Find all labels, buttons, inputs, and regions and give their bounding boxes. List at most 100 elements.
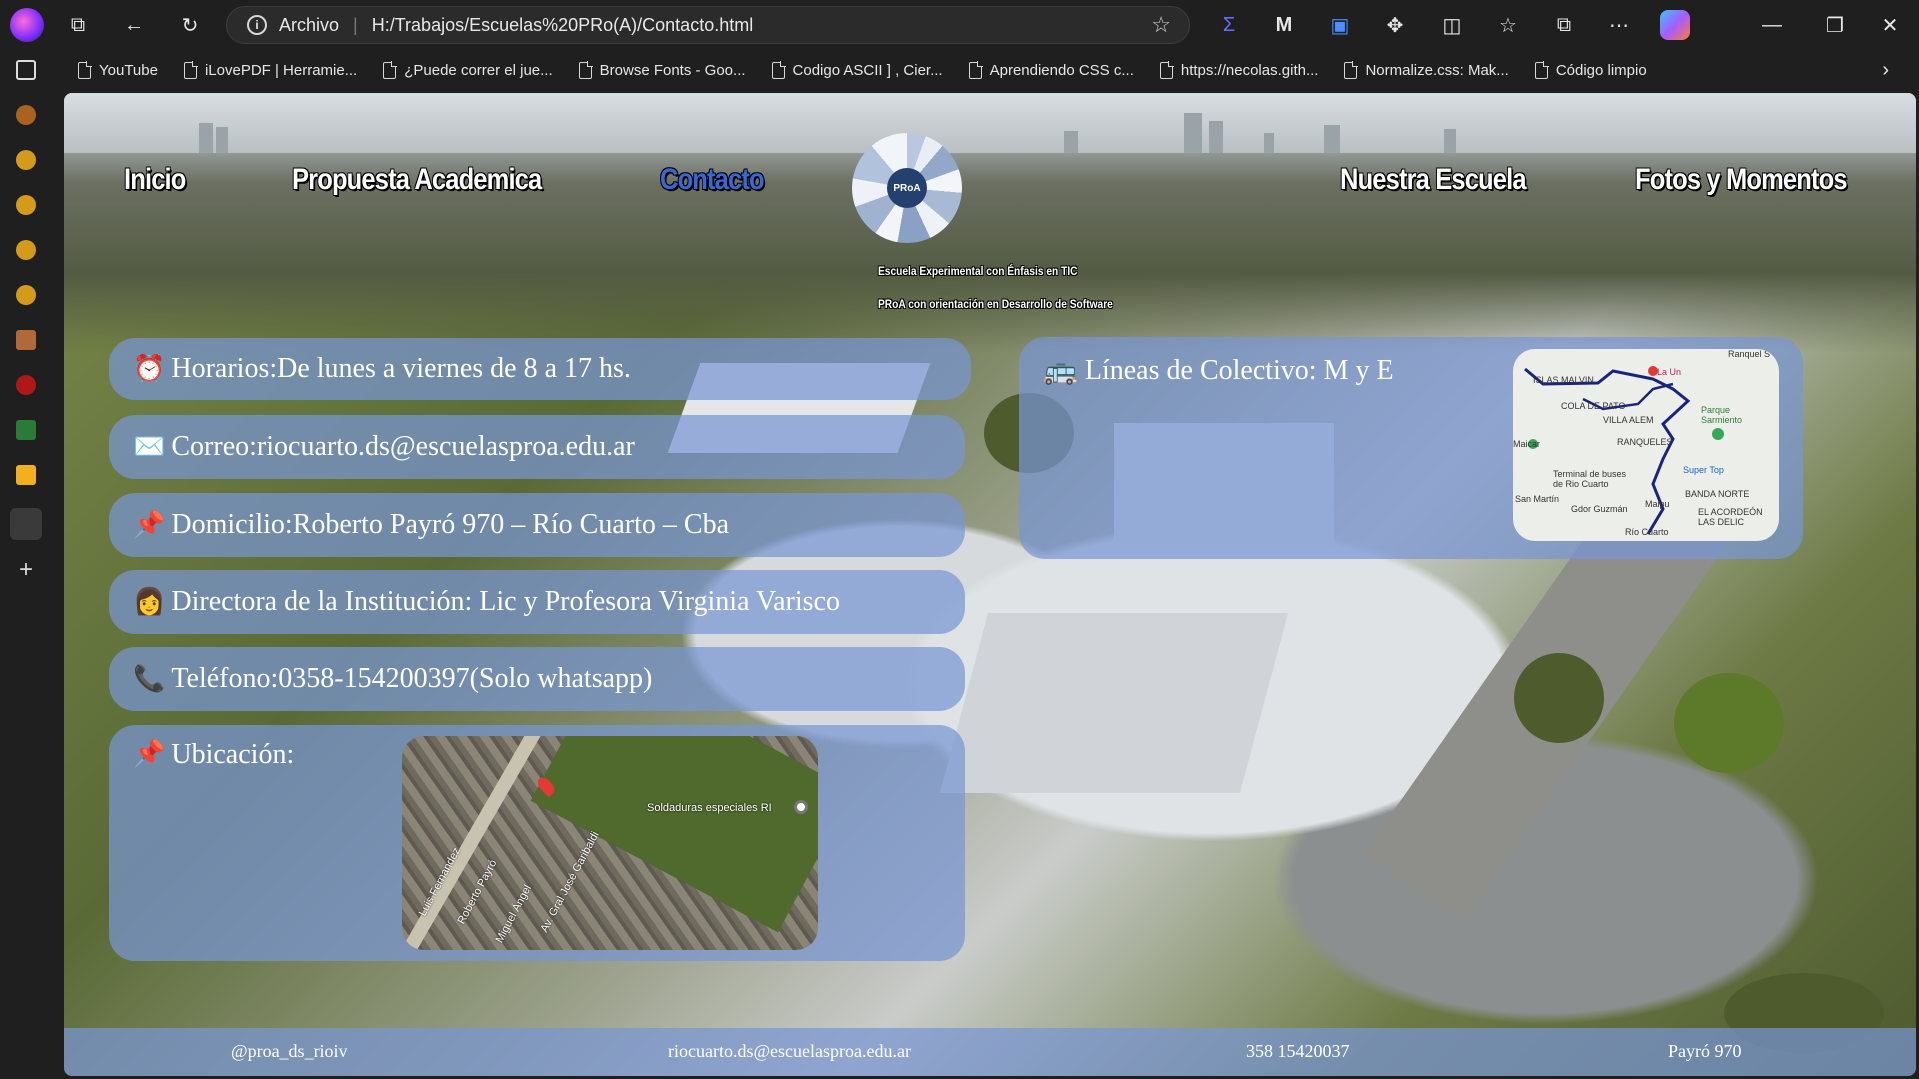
page-icon bbox=[1534, 60, 1549, 79]
collections-icon[interactable]: ⧉ bbox=[1549, 10, 1579, 40]
tab-favicon-1[interactable] bbox=[16, 105, 36, 125]
webpage: Inicio Propuesta Academica Contacto Nues… bbox=[64, 93, 1916, 1076]
split-screen-icon[interactable]: ◫ bbox=[1437, 10, 1467, 40]
more-menu-icon[interactable]: ⋯ bbox=[1604, 10, 1634, 40]
bookmark-browse-fonts[interactable]: Browse Fonts - Goo... bbox=[578, 60, 746, 79]
horarios-text: Horarios:De lunes a viernes de 8 a 17 hs… bbox=[171, 353, 631, 384]
extensions-puzzle-icon[interactable]: ✥ bbox=[1380, 10, 1410, 40]
telefono-text: Teléfono:0358-154200397(Solo whatsapp) bbox=[171, 663, 653, 694]
sat-label-miguel-angel: Miguel Ángel bbox=[493, 883, 535, 945]
map-label-banda-norte: BANDA NORTE bbox=[1685, 489, 1750, 499]
page-icon bbox=[383, 60, 398, 79]
map-label-la-un: La Un bbox=[1657, 367, 1682, 377]
bus-route-map[interactable]: Ranquel S ISLAS MALVIN La Un COLA DE PAT… bbox=[1513, 349, 1779, 541]
address-bar[interactable]: i Archivo | H:/Trabajos/Escuelas%20PRo(A… bbox=[226, 6, 1190, 44]
bookmark-normalize[interactable]: Normalize.css: Mak... bbox=[1344, 60, 1509, 79]
active-tab-page-icon[interactable] bbox=[10, 508, 42, 540]
map-label-ranqueles: RANQUELES bbox=[1617, 437, 1673, 447]
minimize-icon[interactable]: — bbox=[1757, 10, 1787, 40]
alarm-clock-icon: ⏰ bbox=[133, 354, 166, 383]
logo-tagline-2: PRoA con orientación en Desarrollo de So… bbox=[878, 297, 1113, 311]
shield-extension-icon[interactable]: ▣ bbox=[1325, 10, 1355, 40]
favorites-icon[interactable]: ☆ bbox=[1493, 10, 1523, 40]
copilot-icon[interactable] bbox=[1660, 10, 1690, 40]
page-icon bbox=[578, 60, 593, 79]
tab-favicon-9[interactable] bbox=[16, 465, 36, 485]
map-label-ranquel: Ranquel S bbox=[1728, 349, 1771, 359]
map-label-terminal: Terminal de buses de Rio Cuarto bbox=[1553, 469, 1627, 489]
back-icon[interactable]: ← bbox=[114, 5, 154, 45]
bookmark-necolas[interactable]: https://necolas.gith... bbox=[1159, 60, 1318, 79]
footer-instagram[interactable]: @proa_ds_rioiv bbox=[231, 1041, 348, 1062]
map-label-villa-alem: VILLA ALEM bbox=[1603, 415, 1654, 425]
nav-fotos-y-momentos[interactable]: Fotos y Momentos bbox=[1635, 163, 1848, 197]
site-info-icon[interactable]: i bbox=[247, 15, 267, 35]
map-label-cola-de-pato: COLA DE PATO bbox=[1561, 401, 1626, 411]
bookmark-codigo-limpio[interactable]: Código limpio bbox=[1534, 60, 1647, 79]
bus-lines-text: Líneas de Colectivo: M y E bbox=[1084, 355, 1394, 386]
bus-icon: 🚌 bbox=[1043, 355, 1078, 386]
vertical-tabs-icon[interactable] bbox=[16, 60, 36, 80]
footer-phone: 358 15420037 bbox=[1246, 1041, 1350, 1061]
map-label-el-acordeon: EL ACORDEÓN LAS DELIC bbox=[1698, 507, 1763, 527]
bookmark-aprendiendo-css[interactable]: Aprendiendo CSS c... bbox=[968, 60, 1134, 79]
tab-favicon-6[interactable] bbox=[16, 330, 36, 350]
tab-favicon-4[interactable] bbox=[16, 240, 36, 260]
satellite-map[interactable]: Soldaduras especiales RI Roberto Payró L… bbox=[402, 736, 818, 950]
city-skyline-background bbox=[64, 93, 1916, 153]
sat-label-soldaduras: Soldaduras especiales RI bbox=[647, 802, 772, 814]
map-label-gdor-guzman: Gdor Guzmán bbox=[1571, 504, 1628, 514]
logo-tagline-1: Escuela Experimental con Énfasis en TIC bbox=[878, 264, 1078, 278]
sigma-extension-icon[interactable]: Σ bbox=[1214, 10, 1244, 40]
pushpin-icon: 📌 bbox=[133, 510, 166, 539]
page-icon bbox=[968, 60, 983, 79]
map-label-islas-malvinas: ISLAS MALVIN bbox=[1533, 375, 1594, 385]
footer-address: Payró 970 bbox=[1668, 1041, 1742, 1061]
new-tab-plus-icon[interactable]: + bbox=[16, 558, 36, 582]
tab-favicon-5[interactable] bbox=[16, 285, 36, 305]
map-label-rio-cuarto: Río Cuarto bbox=[1625, 527, 1669, 537]
tab-actions-icon[interactable]: ⧉ bbox=[58, 5, 98, 45]
browser-titlebar: ⧉ ← ↻ i Archivo | H:/Trabajos/Escuelas%2… bbox=[0, 0, 1919, 50]
bookmark-codigo-ascii[interactable]: Codigo ASCII ] , Cier... bbox=[771, 60, 943, 79]
bookmark-puede-correr[interactable]: ¿Puede correr el jue... bbox=[383, 60, 553, 79]
address-url[interactable]: H:/Trabajos/Escuelas%20PRo(A)/Contacto.h… bbox=[372, 15, 754, 36]
sat-label-garibaldi: Av. Gral José Garibaldi bbox=[538, 829, 602, 935]
map-label-san-martin: San Martín bbox=[1515, 494, 1560, 504]
page-icon bbox=[183, 60, 198, 79]
browser-sidebar: + bbox=[0, 50, 52, 1079]
nav-inicio[interactable]: Inicio bbox=[124, 163, 186, 197]
map-label-maipu: Maipu bbox=[1645, 499, 1670, 509]
favorite-star-icon[interactable]: ☆ bbox=[1151, 12, 1171, 38]
envelope-icon: ✉️ bbox=[133, 432, 166, 461]
tab-favicon-7[interactable] bbox=[16, 375, 36, 395]
page-icon bbox=[771, 60, 786, 79]
address-site: Archivo bbox=[279, 14, 340, 35]
school-logo[interactable]: PRoA bbox=[852, 133, 962, 243]
ubicacion-text: Ubicación: bbox=[171, 739, 295, 770]
logo-text: PRoA bbox=[887, 168, 927, 208]
refresh-icon[interactable]: ↻ bbox=[170, 5, 210, 45]
directora-card: 👩 Directora de la Institución: Lic y Pro… bbox=[109, 570, 965, 634]
nav-contacto[interactable]: Contacto bbox=[660, 163, 765, 197]
telefono-card: 📞 Teléfono:0358-154200397(Solo whatsapp) bbox=[109, 647, 965, 711]
page-icon bbox=[1344, 60, 1359, 79]
correo-text: Correo:riocuarto.ds@escuelasproa.edu.ar bbox=[171, 431, 635, 462]
restore-icon[interactable]: ❐ bbox=[1820, 10, 1850, 40]
profile-avatar[interactable] bbox=[10, 8, 44, 42]
nav-nuestra-escuela[interactable]: Nuestra Escuela bbox=[1340, 163, 1527, 197]
bookmarks-bar: YouTube iLovePDF | Herramie... ¿Puede co… bbox=[52, 50, 1919, 90]
bookmark-ilovepdf[interactable]: iLovePDF | Herramie... bbox=[183, 60, 357, 79]
nav-propuesta-academica[interactable]: Propuesta Academica bbox=[292, 163, 542, 197]
tab-favicon-3[interactable] bbox=[16, 195, 36, 215]
close-icon[interactable]: ✕ bbox=[1875, 10, 1905, 40]
m-extension-icon[interactable]: M bbox=[1269, 10, 1299, 40]
footer-email[interactable]: riocuarto.ds@escuelasproa.edu.ar bbox=[668, 1041, 911, 1062]
tab-favicon-2[interactable] bbox=[16, 150, 36, 170]
directora-text: Directora de la Institución: Lic y Profe… bbox=[171, 586, 840, 617]
tab-favicon-8[interactable] bbox=[16, 420, 36, 440]
bookmark-youtube[interactable]: YouTube bbox=[78, 60, 158, 79]
chevron-right-icon[interactable]: › bbox=[1882, 59, 1889, 82]
page-footer: @proa_ds_rioiv riocuarto.ds@escuelasproa… bbox=[64, 1028, 1916, 1076]
page-icon bbox=[1159, 60, 1174, 79]
